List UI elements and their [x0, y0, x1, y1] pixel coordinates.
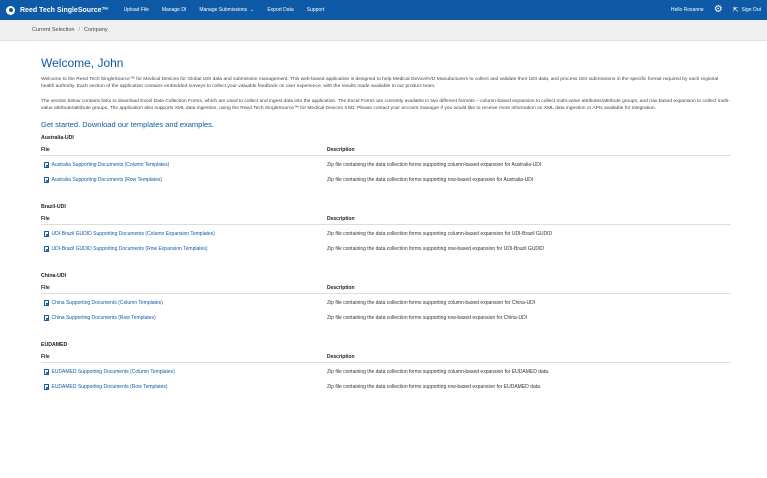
breadcrumb-current-selection[interactable]: Current Selection	[32, 27, 75, 33]
column-header-description: Description	[327, 285, 355, 291]
column-header-file: File	[41, 216, 50, 222]
column-header-description: Description	[327, 147, 355, 153]
table-row: China Supporting Documents (Row Template…	[41, 314, 731, 329]
chevron-down-icon: ⌄	[250, 7, 255, 13]
nav-manage-submissions[interactable]: Manage Submissions ⌄	[199, 7, 254, 13]
download-link[interactable]: EUDAMED Supporting Documents (Row Templa…	[41, 384, 327, 390]
table-header: File Description	[41, 354, 731, 363]
download-link-label: EUDAMED Supporting Documents (Column Tem…	[51, 369, 175, 375]
column-header-description: Description	[327, 354, 355, 360]
table-row: Australia Supporting Documents (Row Temp…	[41, 176, 731, 191]
document-icon	[44, 177, 49, 183]
download-link-label: UDI-Brazil GUDID Supporting Documents (C…	[51, 231, 215, 237]
row-description: Zip file containing the data collection …	[327, 231, 553, 237]
forms-paragraph: The section below contains links to down…	[41, 99, 730, 111]
logo[interactable]: Reed Tech SingleSource™	[6, 5, 109, 15]
nav-manage-submissions-label: Manage Submissions	[199, 7, 248, 13]
sign-out-button[interactable]: ⇱ Sign Out	[733, 6, 761, 14]
document-icon	[44, 300, 49, 306]
column-header-description: Description	[327, 216, 355, 222]
breadcrumb-separator: /	[78, 27, 81, 33]
download-link-label: Australia Supporting Documents (Column T…	[51, 162, 170, 168]
section-title: Australia-UDI	[41, 135, 74, 141]
nav-upload-file[interactable]: Upload File	[124, 7, 149, 13]
document-icon	[44, 231, 49, 237]
section-eudamed: EUDAMED File Description EUDAMED Support…	[41, 342, 731, 398]
main-nav: Upload File Manage DI Manage Submissions…	[124, 7, 338, 13]
document-icon	[44, 384, 49, 390]
table-row: Australia Supporting Documents (Column T…	[41, 161, 731, 176]
intro-paragraph: Welcome to the Reed Tech SingleSource™ f…	[41, 77, 719, 89]
row-description: Zip file containing the data collection …	[327, 246, 545, 252]
sign-out-icon: ⇱	[732, 7, 739, 14]
section-australia-udi: Australia-UDI File Description Australia…	[41, 135, 731, 191]
document-icon	[44, 315, 49, 321]
table-row: UDI-Brazil GUDID Supporting Documents (R…	[41, 245, 731, 260]
row-description: Zip file containing the data collection …	[327, 384, 542, 390]
column-header-file: File	[41, 354, 50, 360]
table-row: China Supporting Documents (Column Templ…	[41, 299, 731, 314]
gear-icon[interactable]: ⚙	[714, 5, 723, 15]
section-title: EUDAMED	[41, 342, 68, 348]
main-content: Welcome, John Welcome to the Reed Tech S…	[41, 56, 731, 411]
document-icon	[44, 246, 49, 252]
nav-right: Hello Roxanne ⚙ ⇱ Sign Out	[671, 5, 761, 15]
user-greeting: Hello Roxanne	[670, 7, 704, 13]
download-link-label: Australia Supporting Documents (Row Temp…	[51, 177, 163, 183]
download-link-label: China Supporting Documents (Column Templ…	[51, 300, 163, 306]
page-title: Welcome, John	[41, 56, 124, 70]
table-row: EUDAMED Supporting Documents (Column Tem…	[41, 368, 731, 383]
table-header: File Description	[41, 147, 731, 156]
table-row: EUDAMED Supporting Documents (Row Templa…	[41, 383, 731, 398]
download-link-label: China Supporting Documents (Row Template…	[51, 315, 156, 321]
section-title: China-UDI	[41, 273, 67, 279]
download-link-label: UDI-Brazil GUDID Supporting Documents (R…	[51, 246, 208, 252]
download-link[interactable]: China Supporting Documents (Row Template…	[41, 315, 327, 321]
download-link[interactable]: Australia Supporting Documents (Row Temp…	[41, 177, 327, 183]
sign-out-label: Sign Out	[741, 7, 761, 13]
table-header: File Description	[41, 285, 731, 294]
row-description: Zip file containing the data collection …	[327, 177, 534, 183]
section-title: Brazil-UDI	[41, 204, 66, 210]
document-icon	[44, 369, 49, 375]
row-description: Zip file containing the data collection …	[327, 315, 528, 321]
table-header: File Description	[41, 216, 731, 225]
row-description: Zip file containing the data collection …	[327, 300, 536, 306]
document-icon	[44, 162, 49, 168]
column-header-file: File	[41, 147, 50, 153]
top-navigation-bar: Reed Tech SingleSource™ Upload File Mana…	[0, 0, 767, 20]
section-brazil-udi: Brazil-UDI File Description UDI-Brazil G…	[41, 204, 731, 260]
brand-name: Reed Tech SingleSource™	[20, 6, 109, 14]
nav-export-data[interactable]: Export Data	[267, 7, 293, 13]
download-link[interactable]: China Supporting Documents (Column Templ…	[41, 300, 327, 306]
nav-manage-di[interactable]: Manage DI	[162, 7, 186, 13]
download-link-label: EUDAMED Supporting Documents (Row Templa…	[51, 384, 168, 390]
breadcrumb-company[interactable]: Company	[84, 27, 108, 33]
nav-support[interactable]: Support	[307, 7, 325, 13]
download-link[interactable]: UDI-Brazil GUDID Supporting Documents (C…	[41, 231, 327, 237]
section-china-udi: China-UDI File Description China Support…	[41, 273, 731, 329]
brand-logo-icon	[6, 5, 15, 15]
download-link[interactable]: EUDAMED Supporting Documents (Column Tem…	[41, 369, 327, 375]
breadcrumb: Current Selection / Company	[0, 20, 767, 41]
row-description: Zip file containing the data collection …	[327, 369, 550, 375]
download-link[interactable]: Australia Supporting Documents (Column T…	[41, 162, 327, 168]
row-description: Zip file containing the data collection …	[327, 162, 542, 168]
table-row: UDI-Brazil GUDID Supporting Documents (C…	[41, 230, 731, 245]
get-started-heading: Get started. Download our templates and …	[41, 120, 215, 129]
download-link[interactable]: UDI-Brazil GUDID Supporting Documents (R…	[41, 246, 327, 252]
column-header-file: File	[41, 285, 50, 291]
